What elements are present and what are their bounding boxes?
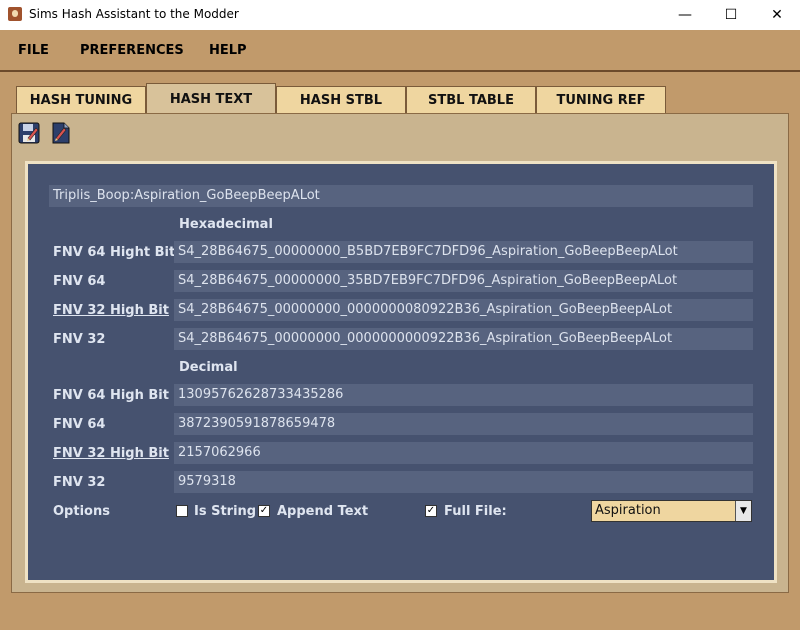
tab-hash-text[interactable]: HASH TEXT [146, 83, 276, 115]
append-text-checkbox[interactable]: ✓ [258, 505, 270, 517]
hex-fnv64-label: FNV 64 [53, 274, 106, 289]
tab-hash-tuning[interactable]: HASH TUNING [16, 86, 146, 114]
title-bar: Sims Hash Assistant to the Modder — ☐ ✕ [0, 0, 800, 30]
input-text-field[interactable]: Triplis_Boop:Aspiration_GoBeepBeepALot [49, 185, 753, 207]
close-button[interactable]: ✕ [754, 0, 800, 30]
hash-text-form: Triplis_Boop:Aspiration_GoBeepBeepALot H… [25, 161, 777, 583]
append-text-label[interactable]: Append Text [277, 504, 368, 519]
dec-fnv64-high-label: FNV 64 High Bit [53, 388, 169, 403]
hex-fnv32-label: FNV 32 [53, 332, 106, 347]
menu-bar: FILE PREFERENCES HELP [0, 30, 800, 72]
edit-file-icon[interactable] [50, 122, 72, 144]
dec-fnv32-high-label[interactable]: FNV 32 High Bit [53, 446, 169, 461]
options-label: Options [53, 504, 110, 519]
minimize-button[interactable]: — [662, 0, 708, 30]
menu-help[interactable]: HELP [209, 43, 247, 58]
file-type-dropdown[interactable]: Aspiration ▼ [591, 500, 752, 522]
hex-fnv32-field[interactable]: S4_28B64675_00000000_0000000000922B36_As… [174, 328, 753, 350]
window-title: Sims Hash Assistant to the Modder [29, 7, 239, 21]
tab-tuning-ref[interactable]: TUNING REF [536, 86, 666, 114]
full-file-label[interactable]: Full File: [444, 504, 507, 519]
dec-fnv32-label: FNV 32 [53, 475, 106, 490]
dec-heading: Decimal [179, 360, 238, 375]
hex-fnv32-high-field[interactable]: S4_28B64675_00000000_0000000080922B36_As… [174, 299, 753, 321]
hex-fnv32-high-label[interactable]: FNV 32 High Bit [53, 303, 169, 318]
is-string-label[interactable]: Is String [194, 504, 256, 519]
hex-fnv64-high-field[interactable]: S4_28B64675_00000000_B5BD7EB9FC7DFD96_As… [174, 241, 753, 263]
menu-preferences[interactable]: PREFERENCES [80, 43, 184, 58]
dec-fnv64-field[interactable]: 3872390591878659478 [174, 413, 753, 435]
menu-file[interactable]: FILE [18, 43, 49, 58]
dec-fnv64-label: FNV 64 [53, 417, 106, 432]
hex-fnv64-high-label: FNV 64 Hight Bit [53, 245, 176, 260]
full-file-checkbox[interactable]: ✓ [425, 505, 437, 517]
maximize-button[interactable]: ☐ [708, 0, 754, 30]
save-icon[interactable] [18, 122, 40, 144]
dropdown-value: Aspiration [595, 503, 661, 518]
app-icon [8, 7, 22, 21]
dec-fnv32-field[interactable]: 9579318 [174, 471, 753, 493]
tab-content-panel: Triplis_Boop:Aspiration_GoBeepBeepALot H… [11, 113, 789, 593]
hex-fnv64-field[interactable]: S4_28B64675_00000000_35BD7EB9FC7DFD96_As… [174, 270, 753, 292]
tab-stbl-table[interactable]: STBL TABLE [406, 86, 536, 114]
tab-hash-stbl[interactable]: HASH STBL [276, 86, 406, 114]
is-string-checkbox[interactable] [176, 505, 188, 517]
dec-fnv32-high-field[interactable]: 2157062966 [174, 442, 753, 464]
chevron-down-icon[interactable]: ▼ [735, 501, 751, 521]
dec-fnv64-high-field[interactable]: 13095762628733435286 [174, 384, 753, 406]
hex-heading: Hexadecimal [179, 217, 273, 232]
tab-bar: HASH TUNING HASH TEXT HASH STBL STBL TAB… [0, 72, 800, 115]
